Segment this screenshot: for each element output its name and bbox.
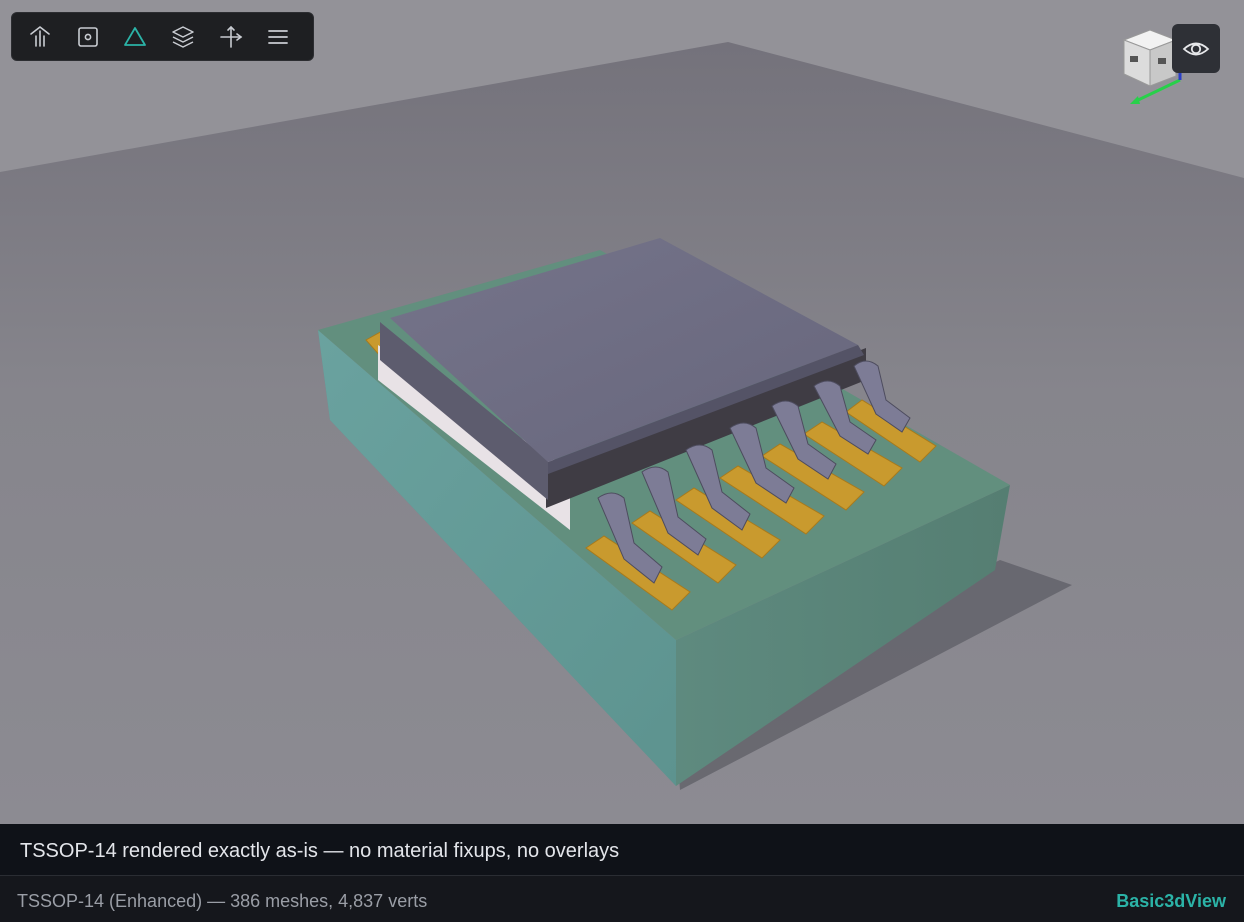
viewer-toolbar [11, 12, 314, 61]
caption-bar: TSSOP-14 rendered exactly as-is — no mat… [0, 824, 1244, 876]
cube-face-mark [1130, 56, 1138, 62]
3d-scene[interactable] [0, 0, 1244, 824]
model-stats: TSSOP-14 (Enhanced) — 386 meshes, 4,837 … [17, 891, 428, 911]
axis-icon [219, 25, 243, 48]
triangle-icon [124, 26, 147, 46]
visibility-button[interactable] [1172, 24, 1220, 73]
layers-icon [172, 25, 194, 48]
status-bar: TSSOP-14 (Enhanced) — 386 meshes, 4,837 … [0, 876, 1244, 922]
frame-button[interactable] [75, 12, 123, 61]
3d-viewport[interactable] [0, 0, 1244, 824]
menu-icon [268, 29, 289, 44]
layers-button[interactable] [170, 12, 218, 61]
home-button[interactable] [27, 12, 75, 61]
axis-arrow [1130, 96, 1140, 104]
wireframe-button[interactable] [122, 12, 170, 61]
camera-frame-icon [77, 26, 98, 47]
menu-button[interactable] [265, 12, 313, 61]
home-icon [30, 25, 50, 47]
eye-icon [1182, 42, 1210, 55]
axes-button[interactable] [218, 12, 266, 61]
caption-text: TSSOP-14 rendered exactly as-is — no mat… [20, 840, 620, 862]
cube-face-mark [1158, 58, 1166, 64]
app-brand-link[interactable]: Basic3dView [1116, 891, 1226, 912]
